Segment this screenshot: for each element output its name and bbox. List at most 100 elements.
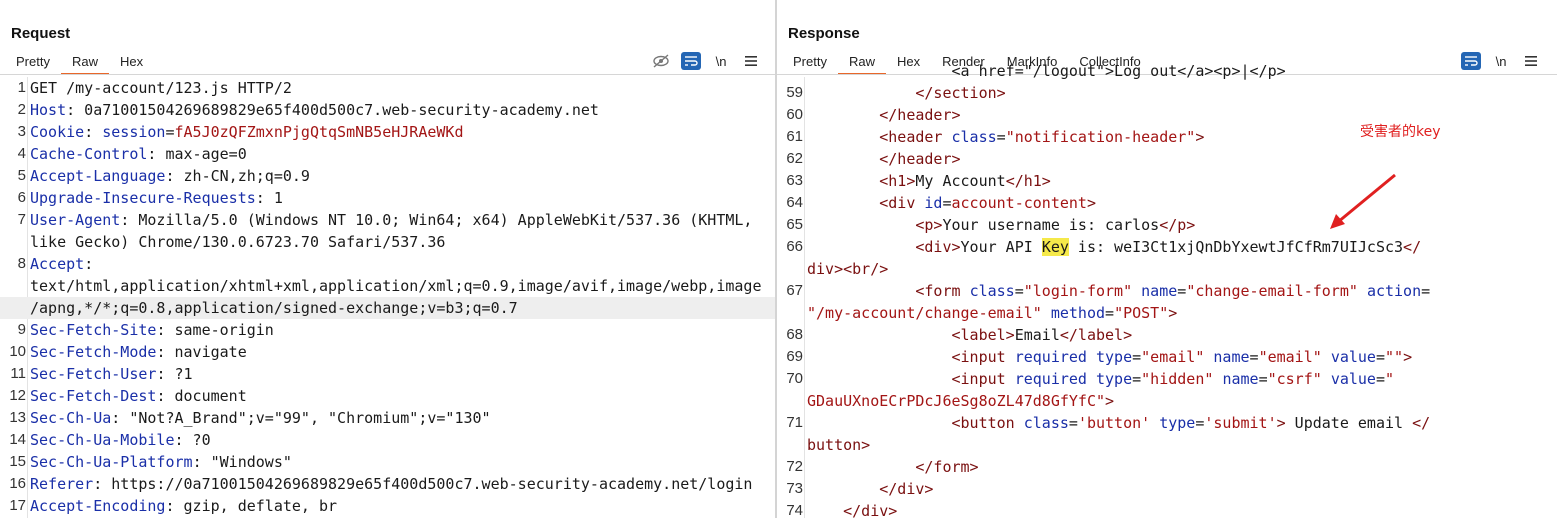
code-token: <div xyxy=(879,194,925,212)
code-token: : xyxy=(84,123,103,141)
code-token: <button xyxy=(951,414,1024,432)
code-text: <label>Email</label> xyxy=(807,324,1557,346)
code-token: Sec-Fetch-User xyxy=(30,365,157,383)
code-text: <h1>My Account</h1> xyxy=(807,170,1557,192)
code-token: = xyxy=(942,194,952,212)
code-line: 68 <label>Email</label> xyxy=(777,324,1557,346)
code-token: : zh-CN,zh;q=0.9 xyxy=(165,167,310,185)
wrap-lines-icon[interactable] xyxy=(681,52,701,70)
code-line: 11 Sec-Fetch-User: ?1 xyxy=(0,363,775,385)
line-number xyxy=(777,258,807,280)
code-line: 4 Cache-Control: max-age=0 xyxy=(0,143,775,165)
request-editor[interactable]: 1 GET /my-account/123.js HTTP/2 2 Host: 0a7… xyxy=(0,77,775,518)
code-token: User-Agent xyxy=(30,211,121,229)
code-line: 8 Accept: xyxy=(0,253,775,275)
code-line: 65 <p>Your username is: carlos</p> xyxy=(777,214,1557,236)
code-token: = xyxy=(1375,348,1385,366)
code-token: My Account xyxy=(915,172,1006,190)
code-token: = xyxy=(1177,282,1187,300)
request-pane: Request Pretty Raw Hex \n 1 GET /my-account… xyxy=(0,0,775,518)
code-line: GDauUXnoECrPDcJ6eSg8oZL47d8GfYfC"> xyxy=(777,390,1557,412)
line-number: 71 xyxy=(786,414,803,431)
code-token: = xyxy=(1375,370,1385,388)
request-toolbar: \n xyxy=(651,52,761,70)
code-token: </div> xyxy=(879,480,934,498)
code-text: Host: 0a71001504269689829e65f400d500c7.w… xyxy=(30,99,775,121)
response-title: Response xyxy=(788,25,860,42)
code-token: </header> xyxy=(879,106,961,124)
hide-icon[interactable] xyxy=(651,52,671,70)
code-text: <a href="/logout">Log out</a><p>|</p> xyxy=(807,60,1557,82)
code-token: : 0a71001504269689829e65f400d500c7.web-s… xyxy=(66,101,599,119)
code-token: </form> xyxy=(915,458,979,476)
annotation-label: 受害者的key xyxy=(1360,124,1441,140)
code-token: = xyxy=(1132,348,1142,366)
code-text: User-Agent: Mozilla/5.0 (Windows NT 10.0… xyxy=(30,209,775,231)
code-token: text/html,application/xhtml+xml,applicat… xyxy=(30,277,762,295)
code-token: : ?1 xyxy=(156,365,193,383)
code-text: Cookie: session=fA5J0zQFZmxnPjgQtqSmNB5e… xyxy=(30,121,775,143)
code-line: 67 <form class="login-form" name="change… xyxy=(777,280,1557,302)
line-number: 68 xyxy=(786,326,803,343)
code-token: </h1> xyxy=(1005,172,1051,190)
code-token: GET /my-account/123.js HTTP/2 xyxy=(30,79,292,97)
code-text: Sec-Fetch-Dest: document xyxy=(30,385,775,407)
code-line: 71 <button class='button' type='submit'>… xyxy=(777,412,1557,434)
line-number: 1 xyxy=(17,79,26,96)
code-line: 72 </form> xyxy=(777,456,1557,478)
code-text: /apng,*/*;q=0.8,application/signed-excha… xyxy=(30,297,775,319)
code-token: : document xyxy=(156,387,247,405)
code-token: <label> xyxy=(951,326,1015,344)
line-number: 74 xyxy=(786,502,803,518)
code-text: </div> xyxy=(807,478,1557,500)
line-number: 17 xyxy=(9,497,26,514)
menu-icon[interactable] xyxy=(741,52,761,70)
code-token: </div> xyxy=(843,502,898,518)
code-text: <header class="notification-header"> xyxy=(807,126,1557,148)
code-token: Cache-Control xyxy=(30,145,148,163)
code-text: Accept: xyxy=(30,253,775,275)
code-token: : Mozilla/5.0 (Windows NT 10.0; Win64; x… xyxy=(120,211,753,229)
line-number: 66 xyxy=(786,238,803,255)
code-text: </div> xyxy=(807,500,1557,518)
code-token: = xyxy=(1014,282,1024,300)
tab-hex[interactable]: Hex xyxy=(109,50,154,74)
code-token: : max-age=0 xyxy=(147,145,247,163)
code-token: : ?0 xyxy=(174,431,211,449)
tab-raw[interactable]: Raw xyxy=(60,50,109,75)
line-number: 67 xyxy=(786,282,803,299)
newline-toggle[interactable]: \n xyxy=(711,52,731,70)
code-token: Your username is: carlos xyxy=(942,216,1160,234)
code-token: = xyxy=(1421,282,1431,300)
code-text: like Gecko) Chrome/130.0.6723.70 Safari/… xyxy=(30,231,775,253)
code-token: = xyxy=(1132,370,1142,388)
code-text: </header> xyxy=(807,148,1557,170)
line-number: 63 xyxy=(786,172,803,189)
line-number: 59 xyxy=(786,84,803,101)
code-line: 69 <input required type="email" name="em… xyxy=(777,346,1557,368)
code-text: <p>Your username is: carlos</p> xyxy=(807,214,1557,236)
code-line: 5 Accept-Language: zh-CN,zh;q=0.9 xyxy=(0,165,775,187)
code-token: <input xyxy=(951,348,1015,366)
code-token: : "Windows" xyxy=(192,453,292,471)
code-line: <a href="/logout">Log out</a><p>|</p> xyxy=(777,60,1557,82)
code-token: Cookie xyxy=(30,123,85,141)
code-line: 2 Host: 0a71001504269689829e65f400d500c7.… xyxy=(0,99,775,121)
line-number: 2 xyxy=(17,101,26,118)
code-token: div><br/> xyxy=(807,260,889,278)
request-tabs: Pretty Raw Hex xyxy=(5,50,154,75)
line-number: 69 xyxy=(786,348,803,365)
code-token: <p> xyxy=(915,216,943,234)
line-number xyxy=(0,231,30,253)
code-token: Referer xyxy=(30,475,94,493)
code-text: Sec-Ch-Ua: "Not?A_Brand";v="99", "Chromi… xyxy=(30,407,775,429)
tab-pretty[interactable]: Pretty xyxy=(5,50,61,74)
code-line: 66 <div>Your API Key is: weI3Ct1xjQnDbYx… xyxy=(777,236,1557,258)
code-token: button> xyxy=(807,436,871,454)
